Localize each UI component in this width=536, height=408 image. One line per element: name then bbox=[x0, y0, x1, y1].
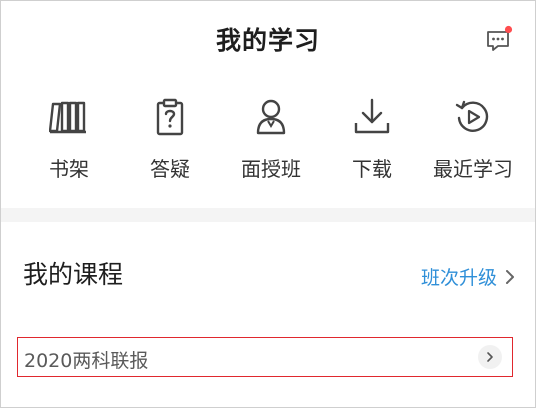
section-divider bbox=[1, 208, 535, 222]
nav-label: 答疑 bbox=[150, 157, 190, 181]
nav-label: 面授班 bbox=[241, 157, 301, 181]
chevron-right-circle-icon bbox=[478, 345, 502, 369]
nav-item-bookshelf[interactable]: 书架 bbox=[21, 95, 117, 195]
nav-label: 书架 bbox=[49, 157, 89, 181]
history-play-icon bbox=[451, 95, 495, 139]
download-icon bbox=[350, 95, 394, 139]
courses-title: 我的课程 bbox=[23, 260, 124, 289]
message-dots-icon bbox=[487, 25, 513, 51]
nav-item-classroom[interactable]: 面授班 bbox=[223, 95, 319, 195]
course-name: 2020两科联报 bbox=[24, 350, 149, 372]
chevron-right-icon bbox=[505, 269, 515, 285]
bookshelf-icon bbox=[47, 95, 91, 139]
quick-nav: 书架 答疑 面授班 下载 最近学习 bbox=[1, 95, 535, 195]
clipboard-question-icon bbox=[148, 95, 192, 139]
header: 我的学习 bbox=[1, 1, 535, 79]
message-button[interactable] bbox=[485, 25, 513, 55]
page-title: 我的学习 bbox=[215, 26, 320, 55]
nav-item-qa[interactable]: 答疑 bbox=[122, 95, 218, 195]
nav-label: 最近学习 bbox=[433, 157, 513, 181]
class-upgrade-link[interactable]: 班次升级 bbox=[421, 263, 515, 290]
course-item[interactable]: 2020两科联报 bbox=[17, 337, 513, 377]
nav-label: 下载 bbox=[352, 157, 392, 181]
person-icon bbox=[249, 95, 293, 139]
courses-header: 我的课程 班次升级 bbox=[1, 251, 535, 295]
nav-item-download[interactable]: 下载 bbox=[324, 95, 420, 195]
notification-badge bbox=[504, 25, 513, 34]
class-upgrade-label: 班次升级 bbox=[420, 267, 497, 289]
app-frame: 我的学习 书架 答疑 面授班 下载 最近学习 我的课程 班次升级 2020两科联… bbox=[0, 0, 536, 408]
nav-item-recent[interactable]: 最近学习 bbox=[425, 95, 521, 195]
